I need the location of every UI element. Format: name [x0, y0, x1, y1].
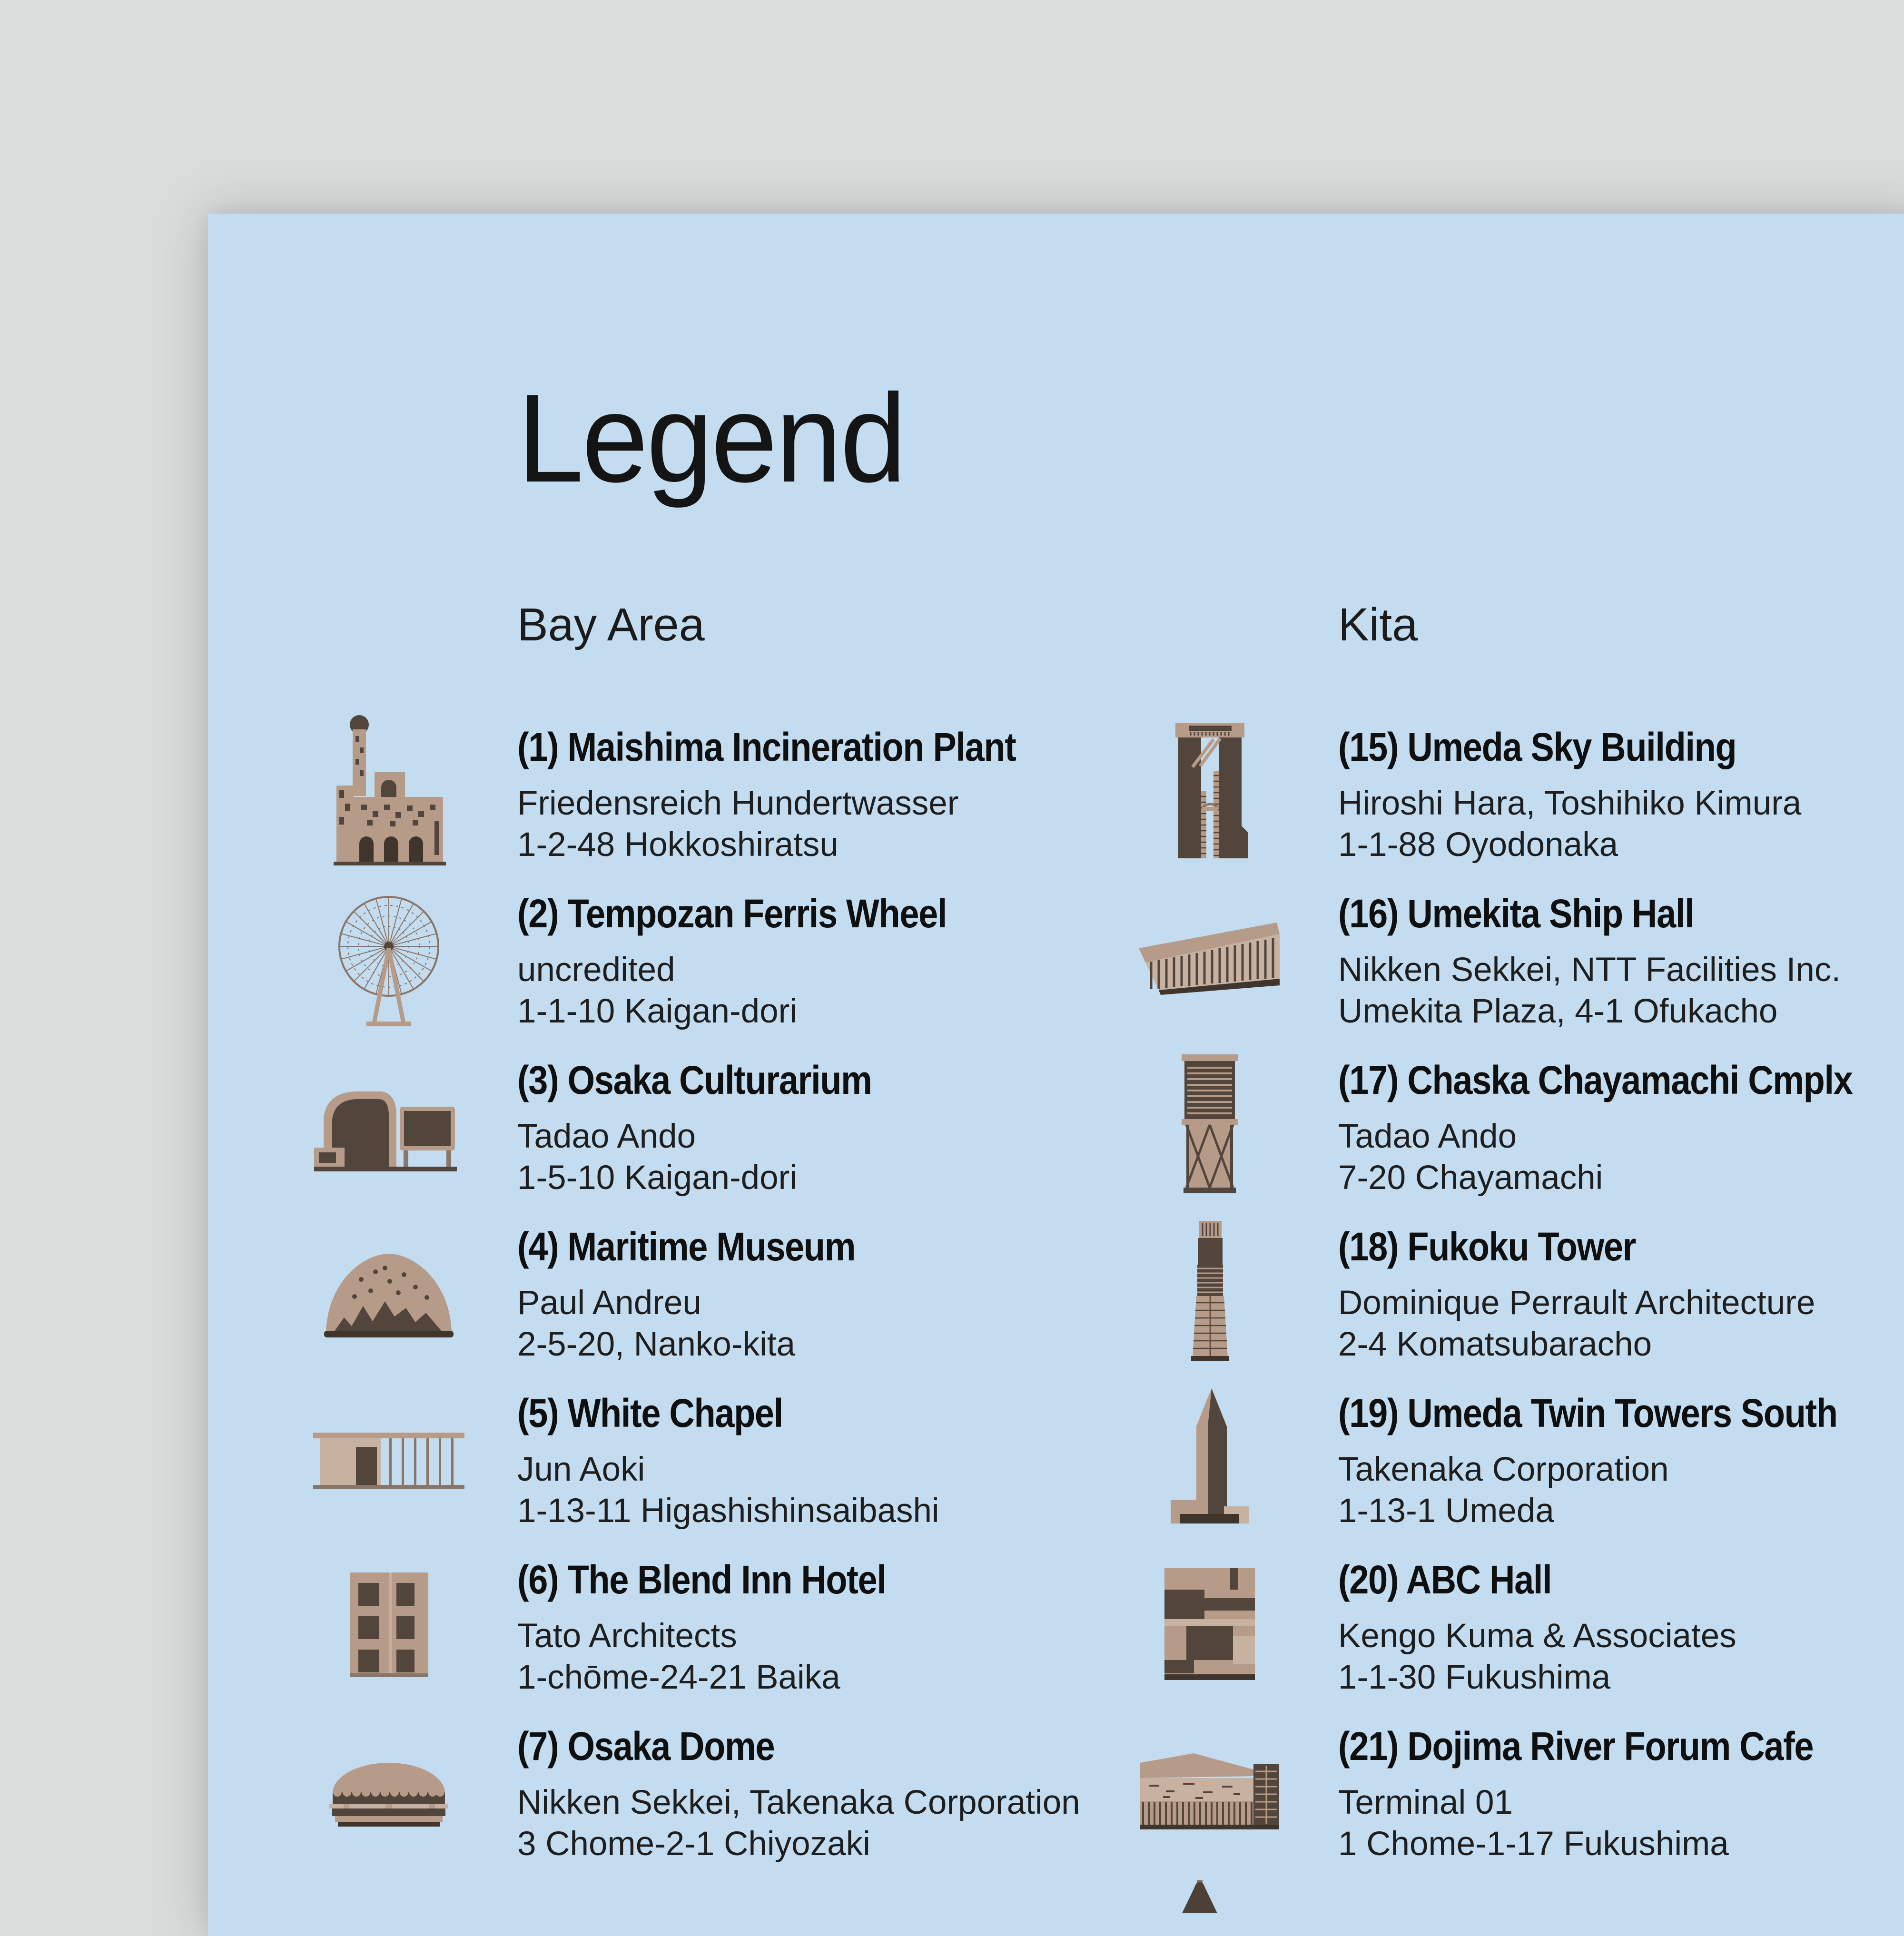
chaska-chayamachi-complex-icon [1110, 1052, 1310, 1198]
entry-title: (18) Fukoku Tower [1338, 1218, 1758, 1275]
legend-poster-page: Legend Bay Area (1) Maishima Incineratio… [208, 214, 1904, 1936]
legend-entry: (2) Tempozan Ferris Wheel uncredited1-1-1… [208, 875, 1084, 1042]
entry-architect: Tadao Ando [517, 1116, 920, 1157]
entry-address: 7-20 Chayamachi [1338, 1157, 1904, 1199]
entry-title: (20) ABC Hall [1338, 1551, 1688, 1608]
legend-entry: (6) The Blend Inn Hotel Tato Architects1-… [208, 1541, 1084, 1708]
entry-title: (2) Tempozan Ferris Wheel [517, 885, 947, 942]
fukoku-tower-icon [1110, 1219, 1310, 1364]
legend-entry: (20) ABC Hall Kengo Kuma & Associates1-1-… [1029, 1541, 1904, 1708]
entry-text: (1) Maishima Incineration Plant Friedensr… [517, 718, 1084, 865]
legend-entry: (19) Umeda Twin Towers South Takenaka Cor… [1029, 1375, 1904, 1541]
legend-entry: (16) Umekita Ship Hall Nikken Sekkei, NTT… [1029, 875, 1904, 1042]
entry-architect: uncredited [517, 949, 1005, 991]
umeda-sky-building-icon [1110, 719, 1310, 865]
entry-address: 1-13-1 Umeda [1338, 1490, 1904, 1532]
column-kita: Kita (15) Umeda Sky Building Hiroshi Hara… [1029, 214, 1866, 1936]
entry-architect: Dominique Perrault Architecture [1338, 1282, 1815, 1324]
entry-architect: Paul Andreu [517, 1282, 901, 1324]
entry-address: 1-2-48 Hokkoshiratsu [517, 824, 1084, 865]
legend-entry: (7) Osaka Dome Nikken Sekkei, Takenaka Co… [208, 1708, 1084, 1874]
entry-text: (16) Umekita Ship Hall Nikken Sekkei, NTT… [1338, 885, 1841, 1032]
entry-architect: Nikken Sekkei, NTT Facilities Inc. [1338, 949, 1841, 991]
osaka-dome-icon [289, 1749, 489, 1833]
legend-entry: (1) Maishima Incineration Plant Friedensr… [208, 708, 1084, 875]
entry-architect: Terminal 01 [1338, 1782, 1878, 1823]
tempozan-ferris-wheel-icon [289, 884, 489, 1032]
legend-entry: (18) Fukoku Tower Dominique Perrault Arch… [1029, 1208, 1904, 1375]
entry-text: (20) ABC Hall Kengo Kuma & Associates1-1-… [1338, 1551, 1736, 1698]
entry-address: 1 Chome-1-17 Fukushima [1338, 1823, 1878, 1865]
entry-title: (15) Umeda Sky Building [1338, 718, 1746, 776]
umeda-twin-towers-south-icon [1110, 1386, 1310, 1531]
entry-title: (16) Umekita Ship Hall [1338, 885, 1780, 942]
entry-title: (1) Maishima Incineration Plant [517, 718, 1016, 776]
entry-text: (5) White Chapel Jun Aoki1-13-11 Higashis… [517, 1385, 939, 1532]
maishima-incineration-plant-icon [289, 713, 489, 870]
column-header-kita: Kita [1338, 601, 1418, 648]
legend-entry: (21) Dojima River Forum Cafe Terminal 011… [1029, 1708, 1904, 1874]
entry-architect: Kengo Kuma & Associates [1338, 1615, 1736, 1657]
entry-text: (17) Chaska Chayamachi Cmplx Tadao Ando7-… [1338, 1052, 1904, 1199]
abc-hall-icon [1110, 1564, 1310, 1685]
legend-entry: (5) White Chapel Jun Aoki1-13-11 Higashis… [208, 1375, 1084, 1541]
entry-address: 2-5-20, Nanko-kita [517, 1324, 901, 1365]
entry-title: (6) The Blend Inn Hotel [517, 1551, 886, 1608]
partial-next-building-icon [1177, 1880, 1223, 1916]
entry-address: 3 Chome-2-1 Chiyozaki [517, 1823, 1080, 1865]
entry-title: (5) White Chapel [517, 1385, 888, 1442]
entry-text: (6) The Blend Inn Hotel Tato Architects1-… [517, 1551, 936, 1698]
entry-text: (2) Tempozan Ferris Wheel uncredited1-1-1… [517, 885, 1005, 1032]
entry-text: (4) Maritime Museum Paul Andreu2-5-20, Na… [517, 1218, 901, 1365]
entry-address: 1-13-11 Higashishinsaibashi [517, 1490, 939, 1532]
osaka-culturarium-icon [289, 1076, 489, 1174]
legend-entry: (15) Umeda Sky Building Hiroshi Hara, Tos… [1029, 708, 1904, 875]
column-header-bay-area: Bay Area [517, 601, 705, 648]
column-bay-area: Bay Area (1) Maishima Incineration Plant… [208, 214, 1046, 1936]
legend-entry: (3) Osaka Culturarium Tadao Ando1-5-10 Ka… [208, 1042, 1084, 1208]
entry-architect: Tato Architects [517, 1615, 936, 1657]
entry-architect: Takenaka Corporation [1338, 1449, 1904, 1490]
entry-text: (21) Dojima River Forum Cafe Terminal 011… [1338, 1718, 1878, 1865]
legend-entry: (4) Maritime Museum Paul Andreu2-5-20, Na… [208, 1208, 1084, 1375]
entry-title: (19) Umeda Twin Towers South [1338, 1385, 1837, 1442]
entry-architect: Jun Aoki [517, 1449, 939, 1490]
legend-entry: (17) Chaska Chayamachi Cmplx Tadao Ando7-… [1029, 1042, 1904, 1208]
entry-address: 1-chōme-24-21 Baika [517, 1657, 936, 1698]
entry-title: (4) Maritime Museum [517, 1218, 855, 1275]
entry-architect: Friedensreich Hundertwasser [517, 783, 1084, 824]
dojima-river-forum-cafe-icon [1110, 1749, 1310, 1833]
entry-text: (7) Osaka Dome Nikken Sekkei, Takenaka Co… [517, 1718, 1080, 1865]
entry-title: (3) Osaka Culturarium [517, 1052, 872, 1109]
entry-architect: Tadao Ando [1338, 1116, 1904, 1157]
entry-address: 1-1-88 Oyodonaka [1338, 824, 1801, 865]
kita-entry-list: (15) Umeda Sky Building Hiroshi Hara, Tos… [1029, 708, 1904, 1874]
entry-title: (17) Chaska Chayamachi Cmplx [1338, 1052, 1853, 1109]
white-chapel-icon [289, 1422, 489, 1494]
desktop-background: { "poster": { "title": "Legend", "colors… [0, 0, 1904, 1904]
bay-area-entry-list: (1) Maishima Incineration Plant Friedensr… [208, 708, 1084, 1874]
entry-address: 1-1-30 Fukushima [1338, 1657, 1736, 1698]
entry-address: 1-1-10 Kaigan-dori [517, 991, 1005, 1032]
entry-title: (21) Dojima River Forum Cafe [1338, 1718, 1813, 1775]
entry-text: (19) Umeda Twin Towers South Takenaka Cor… [1338, 1385, 1904, 1532]
entry-address: 1-5-10 Kaigan-dori [517, 1157, 920, 1199]
entry-architect: Nikken Sekkei, Takenaka Corporation [517, 1782, 1080, 1823]
entry-text: (18) Fukoku Tower Dominique Perrault Arch… [1338, 1218, 1815, 1365]
umekita-ship-hall-icon [1110, 918, 1310, 999]
entry-address: 2-4 Komatsubaracho [1338, 1324, 1815, 1365]
entry-title: (7) Osaka Dome [517, 1718, 1013, 1775]
entry-architect: Hiroshi Hara, Toshihiko Kimura [1338, 783, 1801, 824]
entry-text: (15) Umeda Sky Building Hiroshi Hara, Tos… [1338, 718, 1801, 865]
entry-address: Umekita Plaza, 4-1 Ofukacho [1338, 991, 1841, 1032]
maritime-museum-icon [289, 1245, 489, 1338]
entry-text: (3) Osaka Culturarium Tadao Ando1-5-10 Ka… [517, 1052, 920, 1199]
blend-inn-hotel-icon [289, 1569, 489, 1680]
